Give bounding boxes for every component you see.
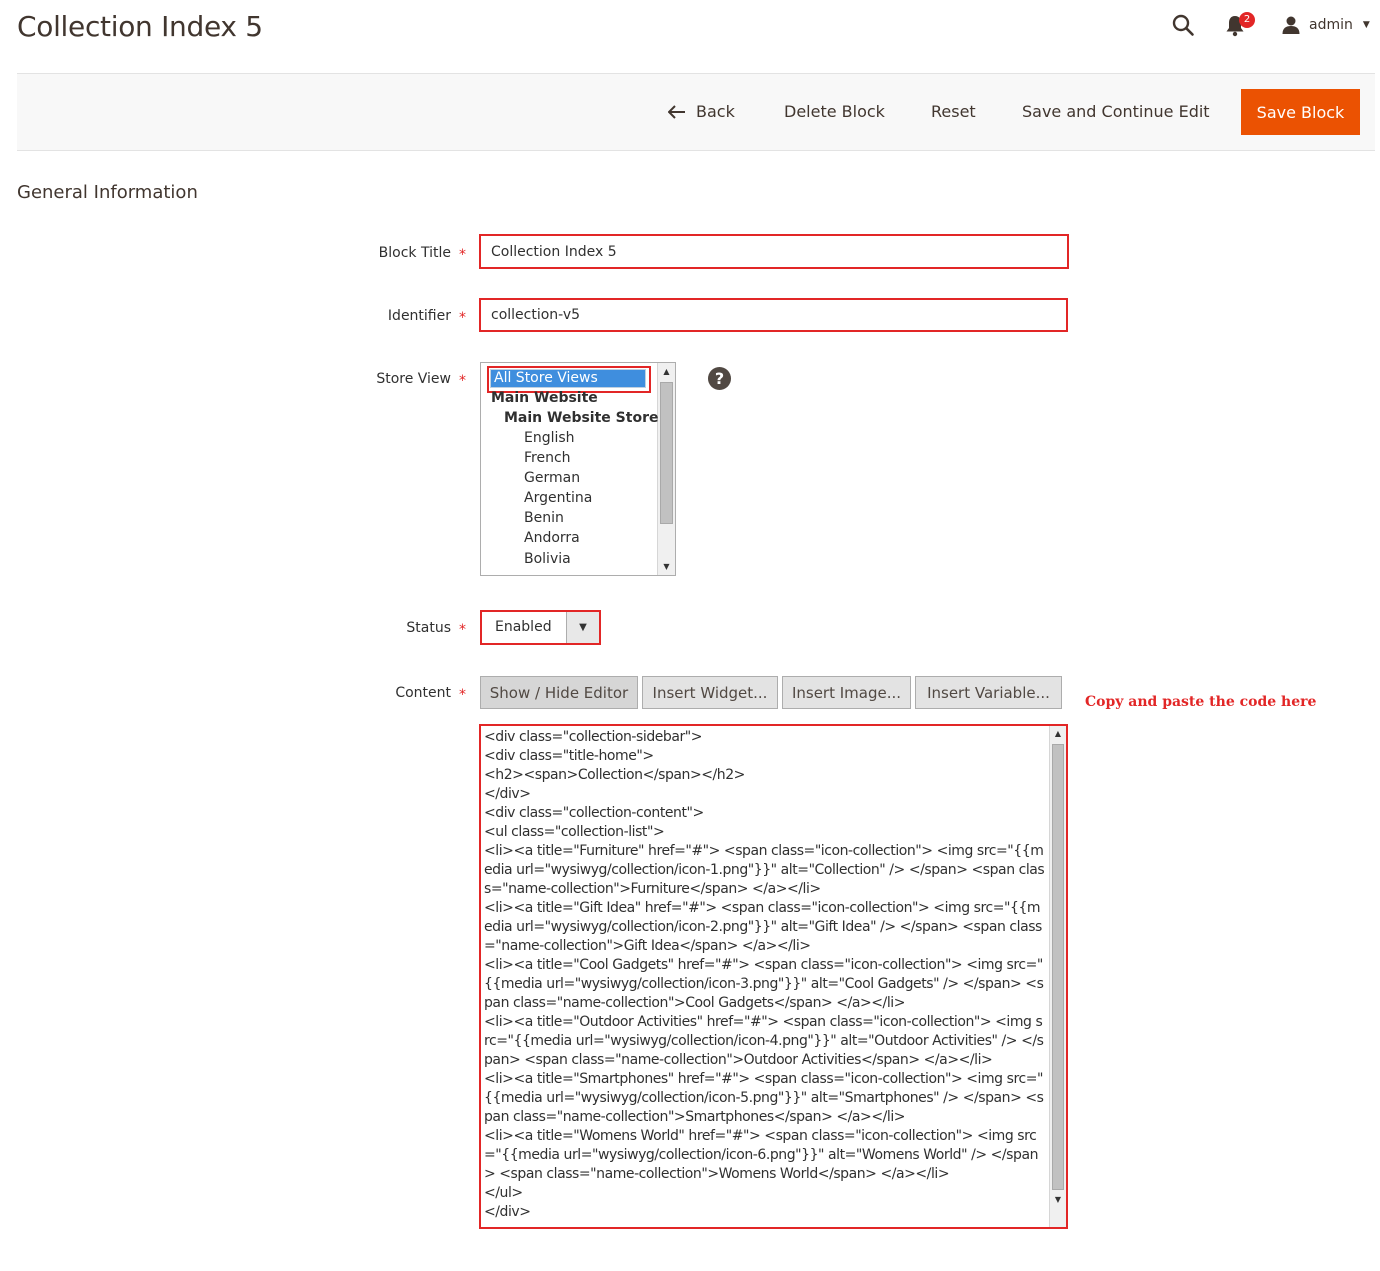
help-icon[interactable]: ?: [708, 367, 731, 390]
store-option[interactable]: Argentina: [524, 490, 592, 506]
scrollbar-thumb[interactable]: [660, 382, 673, 524]
store-view-scrollbar[interactable]: ▲ ▼: [657, 363, 675, 575]
user-name: admin: [1309, 17, 1353, 33]
store-option-group: Main Website Store: [504, 410, 659, 426]
content-textarea[interactable]: <div class="collection-sidebar"> <div cl…: [479, 724, 1068, 1229]
save-block-button[interactable]: Save Block: [1241, 89, 1360, 135]
scroll-down-icon[interactable]: ▼: [658, 558, 675, 575]
chevron-down-icon[interactable]: ▼: [566, 612, 599, 643]
scrollbar-thumb[interactable]: [1052, 744, 1064, 1190]
required-marker: *: [459, 373, 466, 389]
delete-block-button[interactable]: Delete Block: [784, 89, 885, 135]
block-title-input[interactable]: Collection Index 5: [479, 234, 1069, 269]
content-code: <div class="collection-sidebar"> <div cl…: [484, 729, 1045, 1220]
required-marker: *: [459, 687, 466, 703]
identifier-label: Identifier: [387, 308, 451, 324]
store-option[interactable]: Andorra: [524, 530, 580, 546]
save-and-continue-button[interactable]: Save and Continue Edit: [1022, 89, 1210, 135]
identifier-input[interactable]: collection-v5: [479, 298, 1068, 332]
content-scrollbar[interactable]: ▲ ▼: [1049, 726, 1066, 1227]
scroll-down-icon[interactable]: ▼: [1050, 1192, 1066, 1208]
section-title: General Information: [17, 182, 198, 203]
status-label: Status: [406, 620, 451, 636]
required-marker: *: [459, 247, 466, 263]
insert-widget-button[interactable]: Insert Widget...: [642, 676, 778, 709]
user-menu[interactable]: admin ▼: [1281, 13, 1370, 37]
required-marker: *: [459, 310, 466, 326]
show-hide-editor-button[interactable]: Show / Hide Editor: [480, 676, 638, 709]
required-marker: *: [459, 622, 466, 638]
arrow-left-icon: [668, 105, 685, 119]
insert-image-button[interactable]: Insert Image...: [782, 676, 911, 709]
block-title-label: Block Title: [378, 245, 451, 261]
page-title: Collection Index 5: [17, 10, 263, 43]
insert-variable-button[interactable]: Insert Variable...: [915, 676, 1062, 709]
store-option[interactable]: French: [524, 450, 571, 466]
back-label: Back: [696, 102, 735, 121]
scroll-up-icon[interactable]: ▲: [658, 363, 675, 380]
store-option[interactable]: Bolivia: [524, 551, 571, 567]
notification-badge: 2: [1239, 12, 1255, 28]
scroll-up-icon[interactable]: ▲: [1050, 726, 1066, 742]
user-icon: [1282, 16, 1300, 34]
content-label: Content: [395, 685, 451, 701]
store-option[interactable]: All Store Views: [494, 370, 598, 386]
reset-button[interactable]: Reset: [931, 89, 976, 135]
store-view-label: Store View: [376, 371, 451, 387]
store-option-group: Main Website: [491, 390, 598, 406]
caret-down-icon: ▼: [1362, 20, 1370, 30]
store-option[interactable]: Benin: [524, 510, 564, 526]
search-icon[interactable]: [1171, 13, 1195, 37]
status-select[interactable]: Enabled ▼: [480, 610, 601, 645]
back-button[interactable]: Back: [668, 89, 735, 135]
store-option[interactable]: German: [524, 470, 580, 486]
store-option[interactable]: English: [524, 430, 575, 446]
copy-code-note: Copy and paste the code here: [1085, 694, 1317, 710]
status-value: Enabled: [495, 619, 552, 635]
